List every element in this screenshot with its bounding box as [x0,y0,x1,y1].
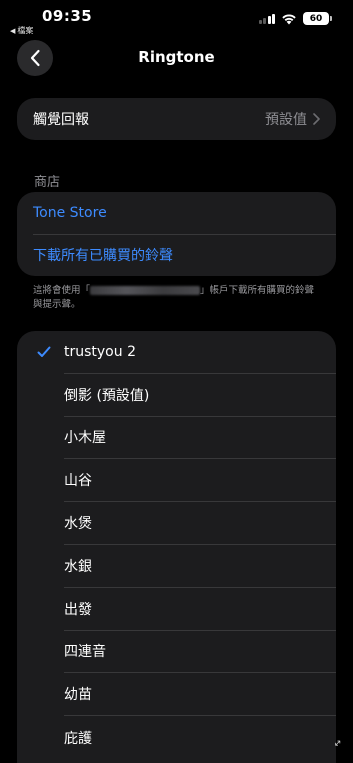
ringtone-label: 水銀 [64,545,336,588]
ringtone-item[interactable]: 山谷 [17,459,336,503]
haptics-value-text: 預設值 [265,112,307,128]
ringtone-item[interactable]: trustyou 2 [17,331,336,374]
ringtone-label: 出發 [64,588,336,631]
ringtone-label: 小木屋 [64,417,336,460]
chevron-right-icon [313,113,320,125]
checkmark-slot [17,346,64,358]
ringtone-label: 倒影 (預設值) [64,374,336,417]
haptics-label: 觸覺回報 [33,112,89,128]
download-all-label: 下載所有已購買的鈴聲 [33,248,173,264]
ringtone-list: trustyou 2 倒影 (預設值) 小木屋 山谷 水煲 水銀 出發 四連音 幼苗庇護 [17,331,336,763]
ringtone-label: trustyou 2 [64,331,336,374]
ringtone-label: 幼苗 [64,673,336,717]
store-group: Tone Store 下載所有已購買的鈴聲 [17,192,336,276]
ringtone-item[interactable]: 幼苗 [17,673,336,717]
ringtone-item[interactable]: 出發 [17,588,336,631]
ringtone-label: 水煲 [64,502,336,545]
status-icons: 60 [258,12,332,25]
page-title: Ringtone [138,48,215,66]
download-all-purchased-button[interactable]: 下載所有已購買的鈴聲 [17,234,336,276]
back-app-label: 檔案 [17,26,34,35]
ringtone-label: 山谷 [64,459,336,503]
wifi-icon [282,13,296,24]
ringtone-item[interactable]: 四連音 [17,631,336,674]
tone-store-label: Tone Store [33,205,107,221]
haptics-value: 預設值 [265,109,320,129]
ringtone-label: 四連音 [64,631,336,674]
redacted-account [90,286,201,295]
haptics-group: 觸覺回報 預設值 [17,98,336,140]
haptics-row[interactable]: 觸覺回報 預設值 [17,98,336,140]
back-triangle-icon: ◀ [10,26,16,35]
ringtone-item[interactable]: 庇護 [17,716,336,759]
status-time: 09:35 [42,7,93,25]
ringtone-item[interactable]: 水銀 [17,545,336,588]
tone-store-link[interactable]: Tone Store [17,192,336,234]
store-section-header: 商店 [34,175,61,190]
battery-icon: 60 [303,12,332,25]
store-footnote: 這將會使用「 」帳戶下載所有購買的鈴聲與提示聲。 [33,284,323,312]
footnote-text-start: 這將會使用「 [33,285,91,296]
ringtone-item[interactable]: 倒影 (預設值) [17,374,336,417]
checkmark-icon [37,346,50,358]
back-to-app-link[interactable]: ◀ 檔案 [10,25,33,36]
cellular-signal-icon [258,13,275,24]
navigation-bar: Ringtone [0,38,353,78]
ringtone-label: 庇護 [64,730,92,747]
ringtone-item[interactable]: 水煲 [17,502,336,545]
ringtone-item[interactable]: 小木屋 [17,417,336,460]
status-bar: 09:35 ◀ 檔案 60 [0,0,353,40]
